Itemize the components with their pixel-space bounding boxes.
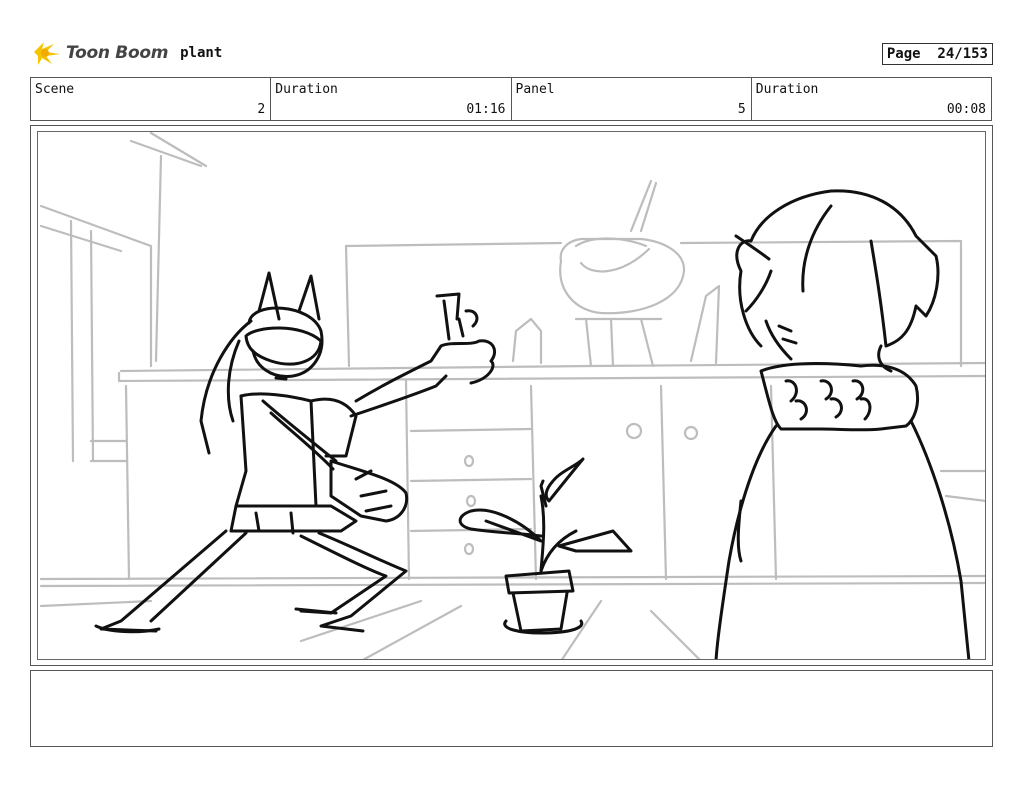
scene-duration-value: 01:16 [466, 102, 506, 117]
scene-cell: Scene 2 [31, 78, 272, 120]
notes-box [30, 670, 993, 747]
project-name: plant [180, 45, 223, 61]
background-sketch [39, 132, 985, 659]
panel-value: 5 [737, 102, 746, 117]
scene-value: 2 [257, 102, 266, 117]
page-header: Toon Boom plant Page 24/153 [30, 38, 993, 68]
scene-duration-cell: Duration 01:16 [271, 78, 512, 120]
logo: Toon Boom plant [30, 38, 222, 68]
storyboard-sketch [39, 132, 985, 659]
panel-label: Panel [515, 82, 555, 97]
scene-label: Scene [35, 82, 75, 97]
panel-duration-label: Duration [755, 82, 819, 97]
panel-info-bar: Scene 2 Duration 01:16 Panel 5 Duration … [30, 77, 992, 121]
panel-image [37, 131, 986, 660]
scene-duration-label: Duration [275, 82, 338, 97]
panel-cell: Panel 5 [512, 78, 752, 120]
toon-boom-logo-icon [34, 42, 60, 65]
page-counter: Page 24/153 [881, 43, 993, 65]
logo-text: Toon Boom [66, 43, 169, 63]
panel-duration-cell: Duration 00:08 [752, 78, 991, 120]
panel-duration-value: 00:08 [946, 102, 986, 117]
